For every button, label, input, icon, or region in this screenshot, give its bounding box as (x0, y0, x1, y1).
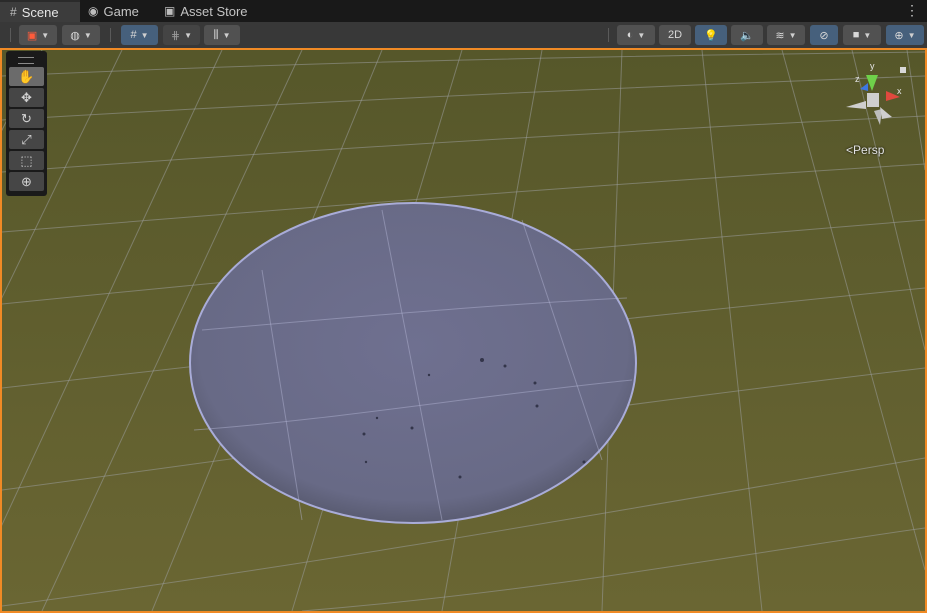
scale-icon: ⤢ (21, 131, 32, 147)
global-local-dropdown[interactable]: ◍ ▼ (62, 25, 100, 45)
lighting-toggle[interactable]: 💡 (695, 25, 727, 45)
ruler-icon: ⫼ (213, 28, 219, 41)
camera-icon: ■ (852, 29, 860, 41)
scale-tool-button[interactable]: ⤢ (9, 130, 44, 149)
rect-tool-button[interactable]: ⬚ (9, 151, 44, 170)
light-bulb-icon: 💡 (704, 29, 718, 42)
toggle-2d-button[interactable]: 2D (659, 25, 691, 45)
effects-layers-icon: ≋ (775, 29, 785, 42)
scene-render (2, 50, 925, 611)
grid-snap-toggle[interactable]: # ▼ (121, 25, 158, 45)
transform-tool-button[interactable]: ⊕ (9, 172, 44, 191)
tab-scene-label: Scene (21, 4, 59, 20)
orientation-gizmo[interactable]: y x z (836, 61, 916, 141)
shading-sphere-icon: ◐ (626, 29, 634, 41)
hidden-objects-toggle[interactable]: ⊘ (810, 25, 838, 45)
shopping-bag-icon: ▣ (164, 4, 176, 18)
gamepad-icon: ◉ (88, 4, 99, 18)
gizmo-center-cube[interactable] (867, 93, 879, 107)
eye-slash-icon: ⊘ (819, 29, 829, 42)
selected-disc-object[interactable] (189, 202, 637, 524)
projection-toggle[interactable]: <Persp (846, 143, 884, 157)
increment-snap-dropdown[interactable]: ⋕ ▼ (163, 25, 200, 45)
pivot-icon: ▣ (26, 29, 38, 42)
ruler-dropdown[interactable]: ⫼ ▼ (204, 25, 240, 45)
drag-handle-icon[interactable] (18, 57, 34, 64)
rect-icon: ⬚ (20, 152, 33, 168)
gizmos-dropdown[interactable]: ⊕ ▼ (886, 25, 924, 45)
chevron-down-icon: ▼ (222, 30, 231, 40)
tab-bar: # Scene ◉ Game ▣ Asset Store ⋮ (0, 0, 927, 22)
tab-game[interactable]: ◉ Game (88, 0, 139, 22)
transform-icon: ⊕ (21, 173, 32, 189)
gizmo-x-label: x (897, 86, 902, 96)
gizmo-neg-z-cone[interactable] (880, 107, 892, 119)
scene-toolbar: ▣ ▼ ◍ ▼ # ▼ ⋕ ▼ ⫼ ▼ ◐ ▼ 2D 💡 🔈 ≋ ▼ ⊘ ■ ▼ ⊕ ▼ (0, 22, 927, 49)
chevron-down-icon: ▼ (907, 30, 916, 40)
shading-mode-dropdown[interactable]: ◐ ▼ (617, 25, 655, 45)
audio-muted-icon: 🔈 (740, 29, 754, 42)
axis-gizmo-graphic: y x z (846, 61, 906, 125)
tool-strip: ✋ ✥ ↻ ⤢ ⬚ ⊕ (6, 51, 47, 196)
tab-game-label: Game (103, 3, 139, 19)
chevron-down-icon: ▼ (83, 30, 92, 40)
tool-handle-dropdown[interactable]: ▣ ▼ (19, 25, 57, 45)
globe-icon: ◍ (70, 29, 80, 42)
toolbar-divider (608, 28, 609, 42)
gizmo-icon: ⊕ (894, 29, 904, 42)
chevron-down-icon: ▼ (41, 30, 50, 40)
tab-asset-store[interactable]: ▣ Asset Store (164, 0, 248, 22)
projection-label: Persp (853, 143, 885, 157)
hand-icon: ✋ (18, 68, 35, 84)
chevron-down-icon: ▼ (184, 30, 193, 40)
gizmo-neg-x-cone[interactable] (846, 101, 866, 109)
chevron-down-icon: ▼ (788, 30, 797, 40)
move-tool-button[interactable]: ✥ (9, 88, 44, 107)
rotate-tool-button[interactable]: ↻ (9, 109, 44, 128)
scene-viewport[interactable] (0, 48, 927, 613)
snap-increment-icon: ⋕ (170, 29, 181, 42)
tab-scene[interactable]: # Scene (0, 0, 80, 22)
chevron-left-icon: < (846, 143, 854, 157)
toolbar-divider (10, 28, 11, 42)
tab-menu-button[interactable]: ⋮ (905, 2, 919, 19)
gizmo-y-label: y (870, 61, 875, 71)
camera-settings-dropdown[interactable]: ■ ▼ (843, 25, 881, 45)
gizmo-z-label: z (855, 74, 860, 84)
toolbar-divider (110, 28, 111, 42)
chevron-down-icon: ▼ (140, 30, 149, 40)
gizmo-z-cone[interactable] (860, 83, 868, 91)
grid-snap-icon: # (130, 29, 137, 41)
move-icon: ✥ (21, 89, 32, 105)
rotate-icon: ↻ (21, 110, 32, 126)
hand-tool-button[interactable]: ✋ (9, 67, 44, 86)
chevron-down-icon: ▼ (863, 30, 872, 40)
chevron-down-icon: ▼ (637, 30, 646, 40)
audio-toggle[interactable]: 🔈 (731, 25, 763, 45)
gizmo-lock-icon[interactable] (900, 67, 906, 73)
tab-asset-store-label: Asset Store (180, 3, 248, 19)
effects-dropdown[interactable]: ≋ ▼ (767, 25, 805, 45)
grid-icon: # (10, 5, 17, 19)
